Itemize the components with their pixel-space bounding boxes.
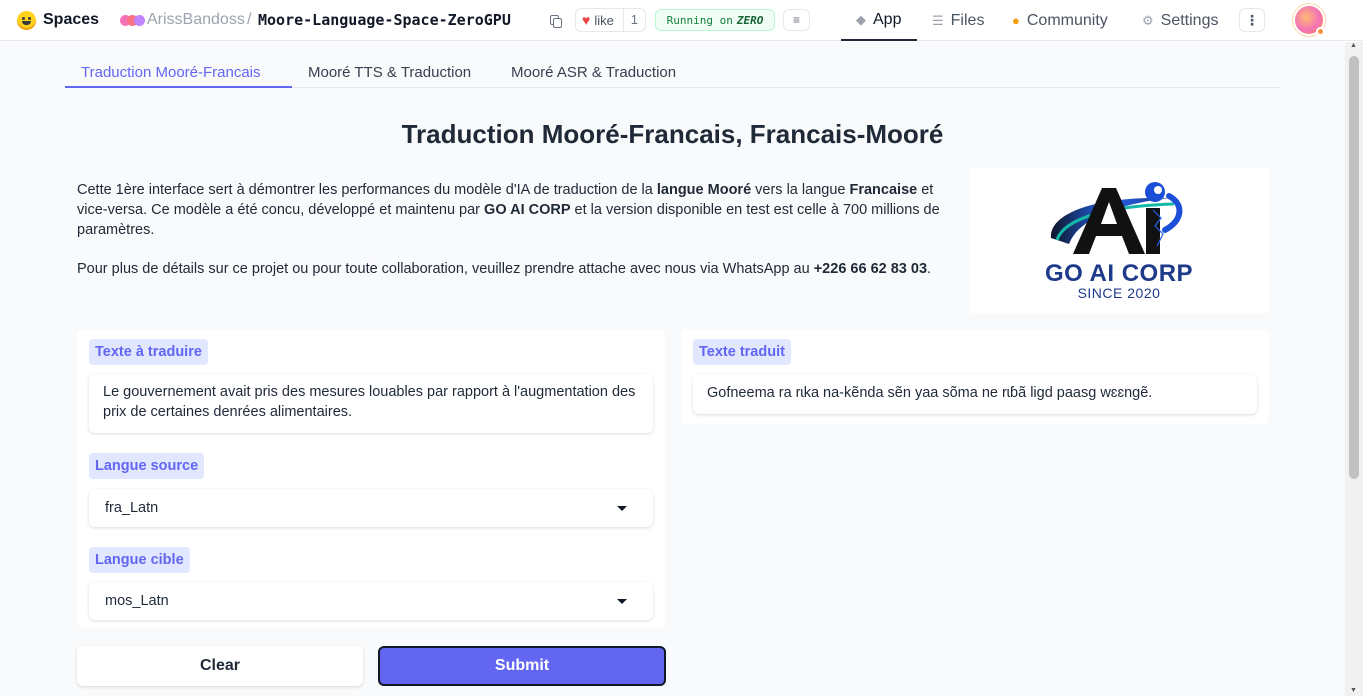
copy-icon[interactable] bbox=[550, 0, 562, 40]
scroll-down-arrow-icon[interactable]: ▼ bbox=[1350, 687, 1357, 694]
notification-dot bbox=[1316, 27, 1325, 36]
status-badge[interactable]: Running on ZERO bbox=[655, 9, 775, 31]
nav-tab-settings-label: Settings bbox=[1160, 11, 1219, 29]
output-text-label: Texte traduit bbox=[693, 339, 791, 365]
like-count[interactable]: 1 bbox=[622, 9, 645, 31]
community-icon: ● bbox=[1012, 13, 1020, 28]
files-icon: ☰ bbox=[932, 12, 944, 28]
input-textarea[interactable]: Le gouvernement avait pris des mesures l… bbox=[89, 374, 653, 433]
description-paragraph-1: Cette 1ère interface sert à démontrer le… bbox=[77, 182, 940, 238]
output-panel: Texte traduit Gofneema ra rɩka na-kẽnda … bbox=[681, 329, 1269, 424]
owner-link[interactable]: ArissBandoss bbox=[147, 0, 245, 40]
output-textbox[interactable]: Gofneema ra rɩka na-kẽnda sẽn yaa sõma n… bbox=[693, 374, 1257, 414]
heart-icon: ♥ bbox=[582, 12, 591, 28]
nav-tab-app[interactable]: ◆ App bbox=[841, 0, 917, 41]
space-app-container: Traduction Mooré-Francais Mooré TTS & Tr… bbox=[0, 42, 1345, 696]
app-tabs: Traduction Mooré-Francais Mooré TTS & Tr… bbox=[65, 59, 1281, 88]
spaces-link[interactable]: Spaces bbox=[43, 0, 99, 40]
submit-button[interactable]: Submit bbox=[378, 646, 666, 686]
description: Cette 1ère interface sert à démontrer le… bbox=[77, 180, 957, 279]
path-separator: / bbox=[247, 11, 252, 28]
description-paragraph-2: Pour plus de détails sur ce projet ou po… bbox=[77, 261, 932, 277]
scroll-up-arrow-icon[interactable]: ▲ bbox=[1350, 42, 1357, 49]
clear-button[interactable]: Clear bbox=[77, 646, 363, 686]
gear-icon: ⚙ bbox=[1142, 12, 1154, 28]
target-language-value: mos_Latn bbox=[105, 593, 169, 609]
nav-tab-files-label: Files bbox=[950, 11, 985, 29]
target-language-dropdown[interactable]: mos_Latn bbox=[89, 582, 653, 620]
nav-tab-files[interactable]: ☰ Files bbox=[932, 0, 984, 41]
top-navigation-bar: Spaces ArissBandoss / Moore-Language-Spa… bbox=[0, 0, 1363, 41]
ai-logo-mark bbox=[1050, 182, 1183, 254]
source-language-label: Langue source bbox=[89, 453, 205, 479]
company-logo: GO AI CORP SINCE 2020 bbox=[969, 168, 1269, 313]
nav-tab-community[interactable]: ● Community bbox=[1012, 0, 1108, 41]
source-language-dropdown[interactable]: fra_Latn bbox=[89, 489, 653, 527]
tab-asr[interactable]: Mooré ASR & Traduction bbox=[511, 59, 676, 88]
target-language-label: Langue cible bbox=[89, 547, 190, 573]
scrollbar-thumb[interactable] bbox=[1349, 56, 1359, 479]
like-button[interactable]: ♥ like 1 bbox=[575, 8, 646, 32]
logo-since-text: SINCE 2020 bbox=[1077, 285, 1161, 301]
source-language-value: fra_Latn bbox=[105, 500, 159, 516]
nav-tab-settings[interactable]: ⚙ Settings bbox=[1142, 0, 1218, 41]
page-scrollbar[interactable]: ▲ ▼ bbox=[1345, 42, 1363, 696]
hugging-face-logo[interactable] bbox=[17, 0, 39, 40]
nav-tab-app-label: App bbox=[873, 10, 902, 28]
repo-name-link[interactable]: Moore-Language-Space-ZeroGPU bbox=[258, 0, 511, 40]
tab-traduction[interactable]: Traduction Mooré-Francais bbox=[65, 59, 292, 88]
queue-button[interactable]: ≡ bbox=[783, 9, 810, 31]
input-panel: Texte à traduire Le gouvernement avait p… bbox=[77, 329, 665, 628]
queue-icon: ≡ bbox=[792, 13, 800, 27]
page-title: Traduction Mooré-Francais, Francais-Moor… bbox=[401, 119, 944, 149]
tab-tts[interactable]: Mooré TTS & Traduction bbox=[308, 59, 471, 88]
logo-company-name: GO AI CORP bbox=[1044, 260, 1194, 287]
nav-tab-community-label: Community bbox=[1026, 11, 1108, 29]
owner-avatar bbox=[120, 0, 145, 40]
status-prefix: Running on bbox=[666, 13, 733, 27]
like-label: like bbox=[594, 12, 614, 28]
kebab-menu-icon[interactable]: ⋮ bbox=[1239, 8, 1265, 32]
chevron-down-icon bbox=[617, 599, 627, 604]
user-avatar[interactable] bbox=[1295, 6, 1325, 36]
status-hardware: ZERO bbox=[736, 13, 764, 27]
chevron-down-icon bbox=[617, 506, 627, 511]
cube-icon: ◆ bbox=[856, 11, 866, 27]
input-text-label: Texte à traduire bbox=[89, 339, 208, 365]
